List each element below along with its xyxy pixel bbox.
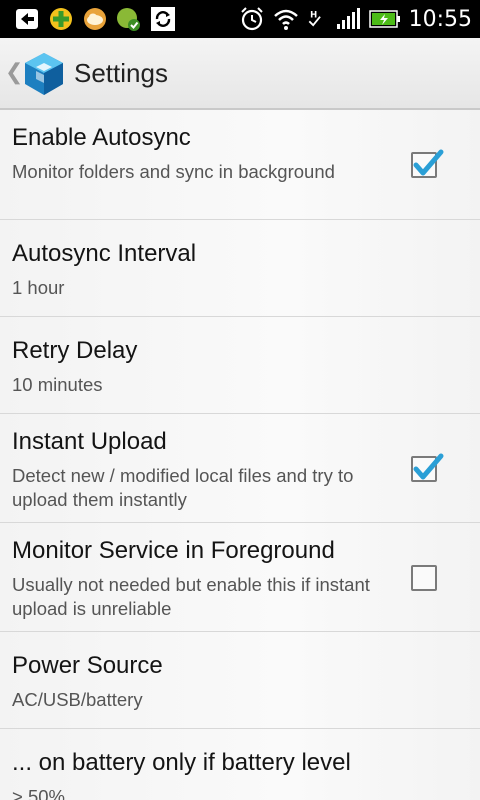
wifi-icon <box>273 9 298 30</box>
pref-title: Power Source <box>12 652 163 679</box>
checkbox-monitor-service[interactable] <box>411 565 437 591</box>
pref-title: Instant Upload <box>12 428 167 455</box>
system-icons: H 10:55 <box>239 0 472 38</box>
cube-app-icon[interactable] <box>22 51 66 97</box>
back-notification-icon <box>16 9 38 29</box>
pref-title: Monitor Service in Foreground <box>12 537 335 564</box>
action-bar: ❮ Settings <box>0 38 480 110</box>
battery-charging-icon <box>368 10 400 28</box>
notification-icons <box>14 6 176 32</box>
pref-monitor-service[interactable]: Monitor Service in Foreground Usually no… <box>0 523 480 632</box>
pref-title: Enable Autosync <box>12 124 191 151</box>
hspa-icon: H <box>308 9 321 27</box>
pref-retry-delay[interactable]: Retry Delay 10 minutes <box>0 317 480 414</box>
pref-title: ... on battery only if battery level <box>12 749 351 776</box>
pref-summary: Monitor folders and sync in background <box>12 161 335 182</box>
pref-summary: AC/USB/battery <box>12 689 143 710</box>
pref-summary: 10 minutes <box>12 374 103 395</box>
pref-summary: 1 hour <box>12 277 65 298</box>
chevron-left-icon[interactable]: ❮ <box>5 60 23 85</box>
checkbox-instant-upload[interactable] <box>411 453 444 482</box>
status-bar: H 10:55 <box>0 0 480 38</box>
clock: 10:55 <box>408 6 472 32</box>
checkmark-icon <box>413 149 444 176</box>
svg-text:H: H <box>310 9 317 19</box>
pref-title: Retry Delay <box>12 337 138 364</box>
pref-instant-upload[interactable]: Instant Upload Detect new / modified loc… <box>0 414 480 523</box>
preference-list[interactable]: Enable Autosync Monitor folders and sync… <box>0 110 480 800</box>
alarm-icon <box>240 7 263 31</box>
pref-enable-autosync[interactable]: Enable Autosync Monitor folders and sync… <box>0 110 480 220</box>
sync-icon <box>151 7 175 31</box>
pref-summary: Detect new / modified local files and tr… <box>12 465 354 510</box>
checkbox-enable-autosync[interactable] <box>411 149 444 178</box>
plus-notification-icon <box>50 8 72 30</box>
pref-summary: Usually not needed but enable this if in… <box>12 574 370 619</box>
pref-power-source[interactable]: Power Source AC/USB/battery <box>0 632 480 729</box>
pref-battery-level[interactable]: ... on battery only if battery level > 5… <box>0 729 480 800</box>
page-title: Settings <box>74 58 168 88</box>
sync-check-icon <box>117 8 140 31</box>
pref-title: Autosync Interval <box>12 240 197 267</box>
pref-summary: > 50% <box>12 786 65 800</box>
checkmark-icon <box>413 453 444 480</box>
pref-autosync-interval[interactable]: Autosync Interval 1 hour <box>0 220 480 317</box>
cloud-notification-icon <box>84 8 106 30</box>
signal-icon <box>336 8 360 29</box>
